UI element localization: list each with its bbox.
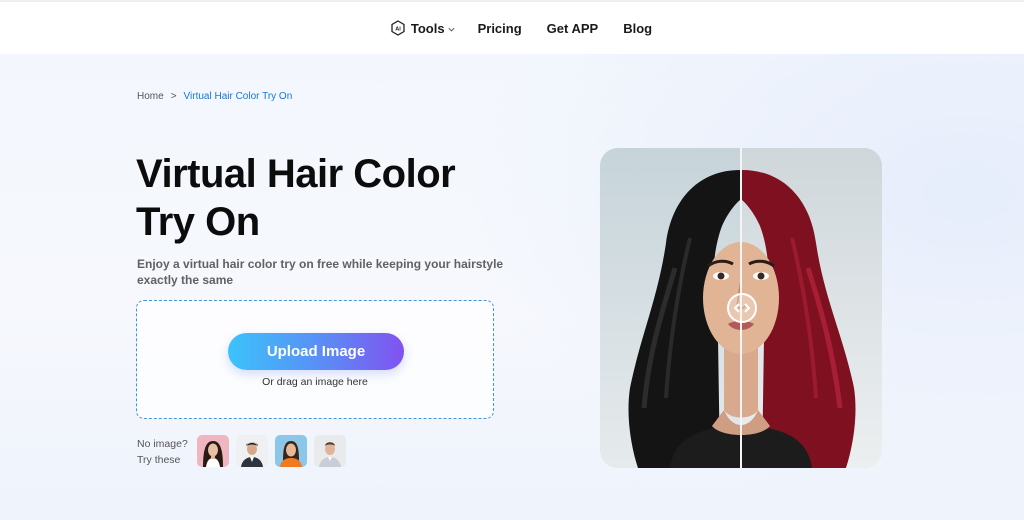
nav-pricing[interactable]: Pricing bbox=[478, 21, 522, 36]
samples-label-line1: No image? bbox=[137, 438, 188, 450]
sample-woman-2-thumbnail bbox=[275, 435, 307, 467]
page-title-line2: Try On bbox=[136, 200, 260, 244]
sample-images bbox=[197, 435, 346, 467]
nav-tools-label: Tools bbox=[410, 20, 445, 36]
hair-color-comparison-preview[interactable] bbox=[600, 148, 882, 468]
sample-image-woman-1[interactable] bbox=[197, 435, 229, 467]
sample-man-2-thumbnail bbox=[314, 435, 346, 467]
sample-man-1-thumbnail bbox=[236, 435, 268, 467]
breadcrumb-separator: > bbox=[170, 91, 177, 102]
nav-blog[interactable]: Blog bbox=[623, 21, 652, 36]
samples-label-line2: Try these bbox=[137, 454, 181, 466]
breadcrumb-current: Virtual Hair Color Try On bbox=[183, 91, 293, 102]
sample-woman-1-thumbnail bbox=[197, 435, 229, 467]
compare-arrows-icon bbox=[733, 303, 751, 313]
main-nav: AI Tools Pricing Get APP Blog bbox=[390, 20, 652, 36]
sample-image-man-1[interactable] bbox=[236, 435, 268, 467]
ai-icon: AI bbox=[391, 20, 405, 36]
sample-image-man-2[interactable] bbox=[314, 435, 346, 467]
chevron-down-icon bbox=[448, 27, 455, 32]
svg-text:AI: AI bbox=[395, 27, 401, 33]
breadcrumb: Home > Virtual Hair Color Try On bbox=[137, 91, 292, 102]
page-title: Virtual Hair Color Try On bbox=[136, 150, 516, 246]
sample-image-woman-2[interactable] bbox=[275, 435, 307, 467]
nav-get-app[interactable]: Get APP bbox=[547, 21, 599, 36]
nav-tools[interactable]: AI Tools bbox=[390, 20, 456, 36]
breadcrumb-home[interactable]: Home bbox=[137, 91, 164, 102]
upload-dropzone[interactable]: Upload Image Or drag an image here bbox=[136, 300, 494, 419]
page-subtitle: Enjoy a virtual hair color try on free w… bbox=[137, 257, 504, 287]
top-navigation: AI Tools Pricing Get APP Blog bbox=[0, 0, 1024, 54]
drag-hint: Or drag an image here bbox=[262, 376, 368, 388]
page-title-line1: Virtual Hair Color bbox=[136, 152, 456, 196]
samples-label: No image? Try these bbox=[137, 436, 188, 468]
compare-slider-handle[interactable] bbox=[727, 293, 757, 323]
upload-image-button[interactable]: Upload Image bbox=[228, 333, 404, 370]
